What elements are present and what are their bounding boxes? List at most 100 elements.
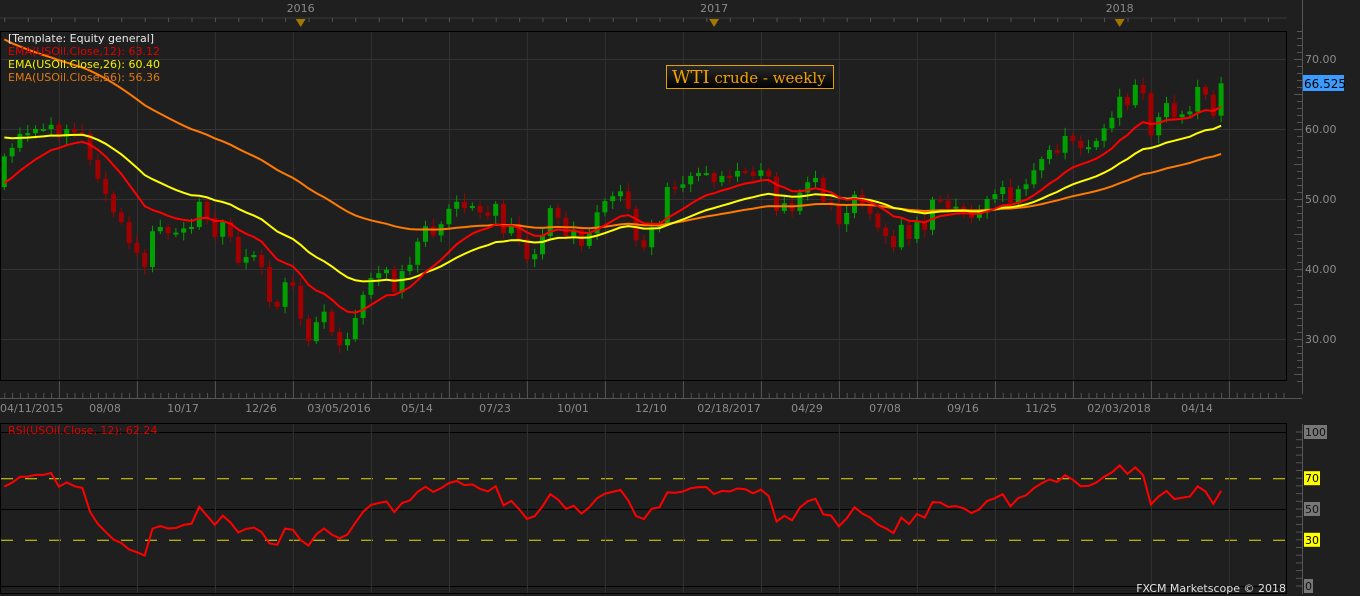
candle-down: [204, 201, 210, 218]
candle-down: [1171, 103, 1177, 118]
candle-down: [501, 203, 506, 234]
candle-up: [1195, 87, 1201, 112]
ema12-legend: EMA(USOil.Close,12): 63.12: [8, 45, 160, 58]
time-axis-label: 07/23: [479, 402, 511, 415]
candle-down: [906, 224, 912, 239]
candle-up: [1039, 159, 1045, 171]
candle-up: [540, 236, 545, 255]
candle-down: [1125, 96, 1130, 106]
candle-up: [181, 228, 187, 233]
candle-down: [937, 199, 943, 202]
year-label: 2017: [700, 2, 728, 15]
candle-up: [360, 294, 366, 318]
candle-up: [399, 271, 405, 293]
candle-down: [95, 159, 101, 179]
candle-up: [157, 227, 163, 232]
time-axis-label: 09/16: [947, 402, 979, 415]
candle-up: [586, 233, 592, 246]
candle-up: [9, 147, 15, 157]
candle-down: [165, 227, 171, 234]
candle-down: [118, 212, 124, 223]
candle-up: [173, 232, 179, 235]
time-axis-label: 12/26: [245, 402, 277, 415]
candle-down: [1054, 150, 1060, 153]
candle-down: [477, 206, 483, 213]
candle-up: [313, 322, 319, 342]
price-axis[interactable]: 70.00 60.00 50.00 40.00 30.00 66.525: [1294, 0, 1346, 394]
candle-down: [867, 206, 873, 214]
candle-up: [282, 282, 288, 307]
candle-up: [1132, 84, 1138, 106]
candle-down: [259, 255, 265, 267]
candle-down: [711, 173, 717, 183]
chart-title-box: WTI crude - weekly: [666, 65, 834, 89]
candle-down: [134, 243, 140, 253]
time-axis-label: 10/01: [557, 402, 589, 415]
candle-down: [625, 191, 631, 209]
candle-up: [376, 273, 382, 279]
candle-up: [1218, 83, 1224, 116]
time-axis-label: 02/03/2018: [1087, 402, 1150, 415]
candle-up: [415, 241, 421, 265]
candle-down: [1148, 93, 1154, 136]
time-axis-ticks: [4, 381, 1285, 398]
candle-down: [766, 170, 772, 177]
time-axis[interactable]: 04/11/2015 08/08 10/17 12/26 03/05/2016 05/14…: [0, 381, 1302, 415]
rsi-level-label: 100: [1305, 426, 1326, 439]
candle-down: [306, 318, 311, 342]
year-label: 2016: [287, 2, 315, 15]
candle-up: [992, 194, 998, 199]
candle-up: [680, 184, 686, 188]
candle-down: [72, 129, 77, 133]
candle-up: [384, 269, 389, 274]
candle-up: [696, 173, 701, 176]
rsi-panel[interactable]: RSI(USOil.Close, 12): 62.24 100 70 50 30 0 F…: [0, 423, 1328, 596]
candle-up: [345, 339, 350, 346]
rsi-axis: 100 70 50 30 0: [1296, 425, 1327, 593]
candle-up: [1093, 140, 1099, 148]
candle-up: [1000, 187, 1006, 195]
time-axis-label: 04/29: [791, 402, 823, 415]
chart-canvas[interactable]: 2016 2017 2018 [Template: Equity general] …: [0, 0, 1360, 596]
candle-up: [914, 222, 920, 239]
candle-up: [1101, 128, 1107, 141]
rsi-level-label: 70: [1305, 472, 1319, 485]
candle-up: [703, 173, 709, 176]
copyright: FXCM Marketscope © 2018: [1136, 582, 1286, 595]
candle-up: [1117, 96, 1123, 118]
candle-up: [844, 213, 850, 225]
year-label: 2018: [1106, 2, 1134, 15]
candle-down: [742, 171, 748, 173]
candle-down: [750, 171, 756, 176]
timeline-bar[interactable]: 2016 2017 2018: [0, 0, 1287, 30]
candle-up: [469, 206, 475, 209]
candle-up: [196, 201, 202, 227]
candle-down: [267, 266, 272, 302]
candle-up: [407, 264, 413, 272]
candle-up: [1031, 170, 1037, 185]
candle-down: [1210, 94, 1216, 116]
chart-title-main: WTI: [672, 67, 710, 88]
candle-up: [719, 175, 725, 183]
candle-up: [1179, 114, 1185, 118]
candle-down: [462, 201, 467, 209]
candle-up: [602, 201, 608, 213]
price-axis-label: 60.00: [1305, 123, 1337, 136]
time-axis-label: 12/10: [635, 402, 667, 415]
candle-up: [33, 129, 38, 134]
price-axis-label: 70.00: [1305, 53, 1337, 66]
last-price-label: 66.525: [1304, 77, 1346, 91]
candle-up: [454, 201, 460, 209]
price-panel[interactable]: [Template: Equity general] EMA(USOil.Clo…: [0, 31, 1287, 381]
time-axis-label: 11/25: [1025, 402, 1057, 415]
candle-up: [1062, 136, 1068, 153]
candle-down: [337, 332, 343, 346]
candle-down: [555, 208, 561, 218]
time-axis-label: 04/14: [1181, 402, 1213, 415]
rsi-legend: RSI(USOil.Close, 12): 62.24: [8, 424, 157, 437]
candle-up: [493, 203, 499, 216]
candle-up: [953, 206, 959, 209]
rsi-panel-frame: [0, 423, 1287, 594]
chart-title: WTI crude - weekly: [672, 67, 826, 88]
candle-up: [735, 171, 740, 177]
